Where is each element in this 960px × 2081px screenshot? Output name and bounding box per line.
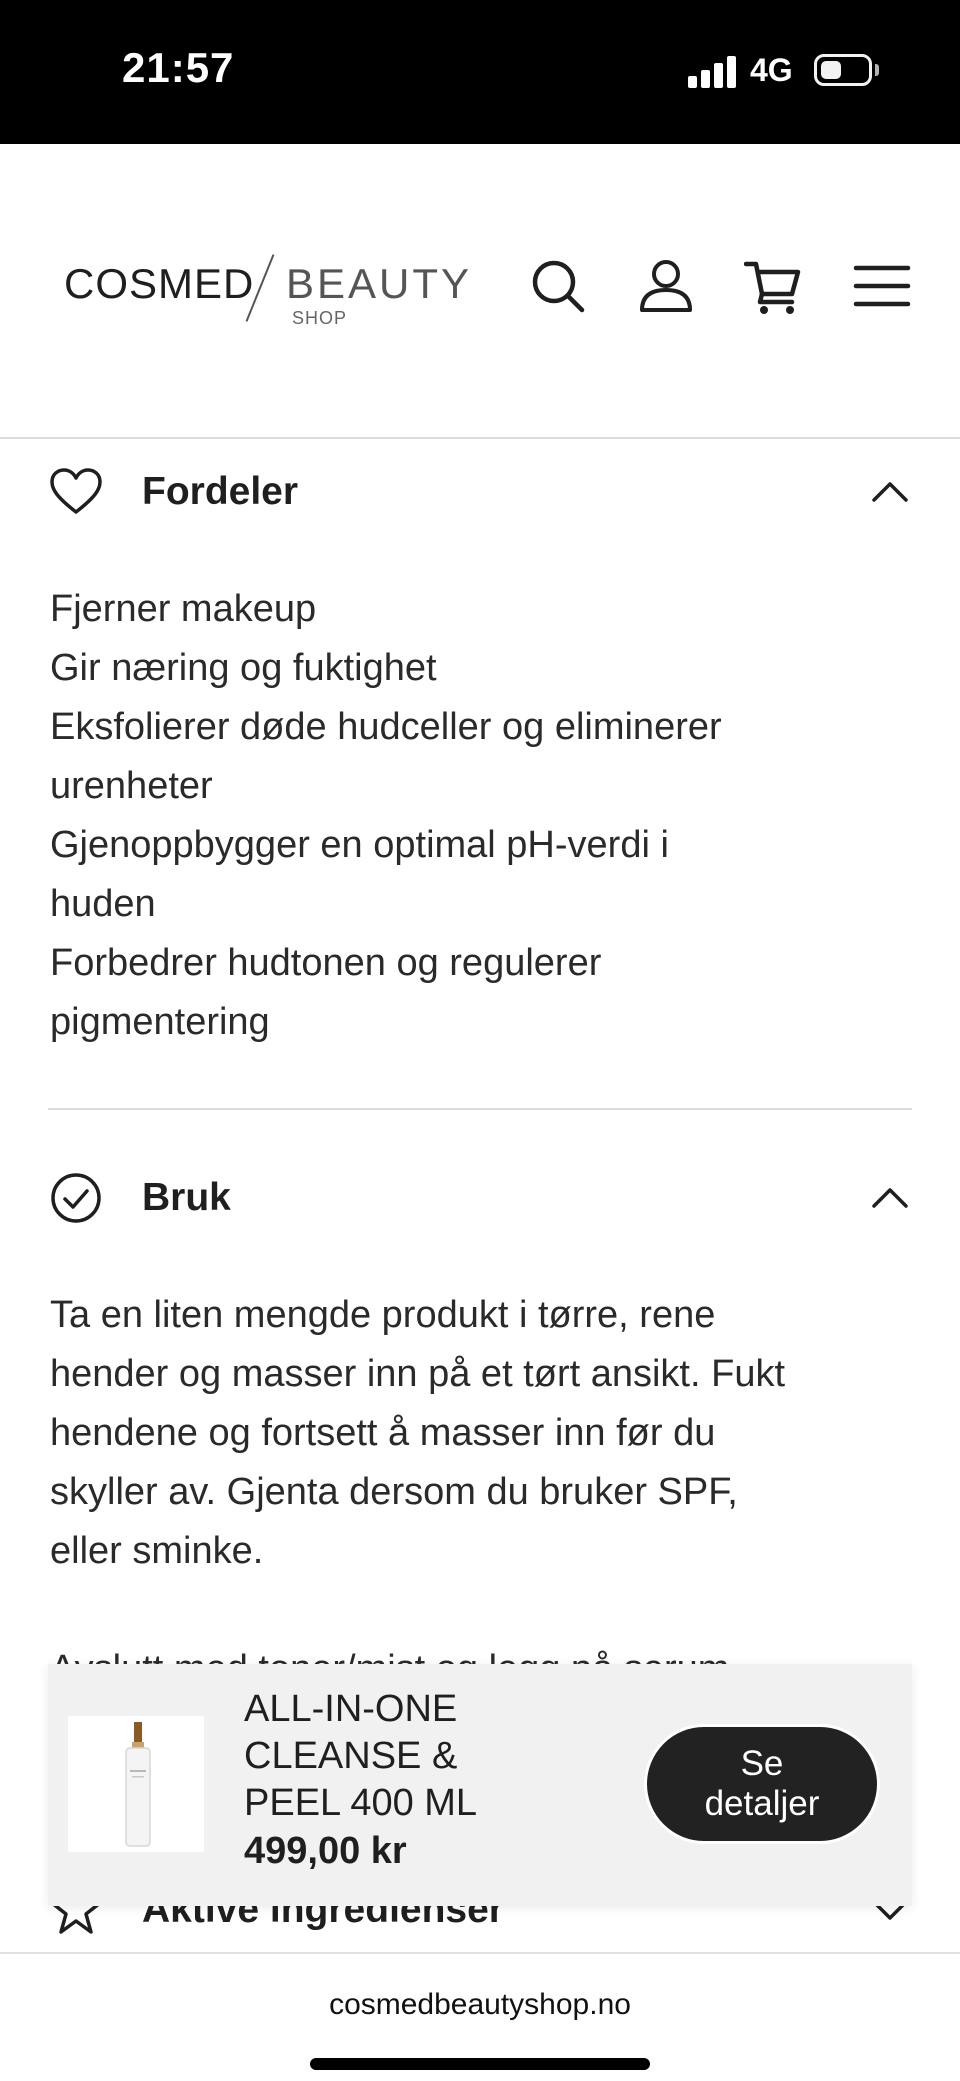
- button-label-line: detaljer: [704, 1784, 820, 1823]
- accordion-title: Fordeler: [142, 470, 299, 513]
- usage-line: skyller av. Gjenta dersom du bruker SPF,: [50, 1471, 738, 1513]
- button-label-line: Se: [740, 1744, 784, 1783]
- bottle-image: [125, 1722, 151, 1847]
- check-circle-icon: [51, 1173, 101, 1223]
- logo-sub-brand: BEAUTY: [286, 260, 473, 307]
- battery-tip: [875, 64, 879, 76]
- benefit-line: Forbedrer hudtonen og regulerer: [50, 942, 602, 984]
- benefit-line: Gir næring og fuktighet: [50, 647, 437, 689]
- account-icon[interactable]: [636, 256, 696, 316]
- accordion-fordeler[interactable]: Fordeler: [48, 452, 912, 532]
- product-price: 499,00 kr: [244, 1830, 407, 1872]
- sticky-product-bar: ALL-IN-ONE CLEANSE & PEEL 400 ML 499,00 …: [48, 1664, 912, 1906]
- search-icon[interactable]: [528, 256, 588, 316]
- usage-line: hendene og fortsett å masser inn før du: [50, 1412, 716, 1454]
- network-label: 4G: [750, 52, 793, 88]
- site-header: COSMED BEAUTY SHOP: [0, 144, 960, 439]
- product-name-line: ALL-IN-ONE: [244, 1688, 458, 1730]
- benefit-line: Eksfolierer døde hudceller og eliminerer: [50, 706, 722, 748]
- menu-icon[interactable]: [852, 256, 912, 316]
- bruk-content: Ta en liten mengde produkt i tørre, rene…: [50, 1286, 920, 1581]
- accordion-bruk[interactable]: Bruk: [48, 1158, 912, 1238]
- product-name-line: CLEANSE &: [244, 1735, 458, 1777]
- product-thumbnail[interactable]: [68, 1716, 204, 1852]
- product-name-line: PEEL 400 ML: [244, 1782, 478, 1824]
- logo-shop: SHOP: [292, 308, 348, 328]
- cart-icon[interactable]: [744, 256, 804, 316]
- browser-url-bar[interactable]: cosmedbeautyshop.no: [0, 1952, 960, 2081]
- product-name: ALL-IN-ONE CLEANSE & PEEL 400 ML: [244, 1686, 544, 1827]
- logo-brand: COSMED: [64, 260, 255, 307]
- usage-line: Ta en liten mengde produkt i tørre, rene: [50, 1294, 716, 1336]
- status-bar: 21:57 4G: [0, 0, 960, 144]
- logo[interactable]: COSMED BEAUTY SHOP: [64, 252, 484, 328]
- benefit-line: huden: [50, 883, 156, 925]
- home-indicator[interactable]: [310, 2058, 650, 2070]
- accordion-title: Bruk: [142, 1176, 231, 1219]
- benefit-line: urenheter: [50, 765, 213, 807]
- url-text[interactable]: cosmedbeautyshop.no: [0, 1988, 960, 2022]
- usage-line: hender og masser inn på et tørt ansikt. …: [50, 1353, 786, 1395]
- chevron-up-icon[interactable]: [868, 470, 912, 514]
- usage-line: eller sminke.: [50, 1530, 264, 1572]
- section-divider: [48, 1108, 912, 1110]
- benefit-line: Fjerner makeup: [50, 588, 317, 630]
- see-details-button[interactable]: Se detaljer: [644, 1724, 880, 1844]
- status-time: 21:57: [122, 44, 235, 91]
- battery-icon: [814, 54, 872, 86]
- heart-icon: [50, 468, 102, 514]
- signal-icon: [688, 56, 736, 88]
- benefit-line: pigmentering: [50, 1001, 270, 1043]
- benefit-line: Gjenoppbygger en optimal pH-verdi i: [50, 824, 669, 866]
- chevron-up-icon[interactable]: [868, 1176, 912, 1220]
- fordeler-content: Fjerner makeup Gir næring og fuktighet E…: [50, 580, 920, 1052]
